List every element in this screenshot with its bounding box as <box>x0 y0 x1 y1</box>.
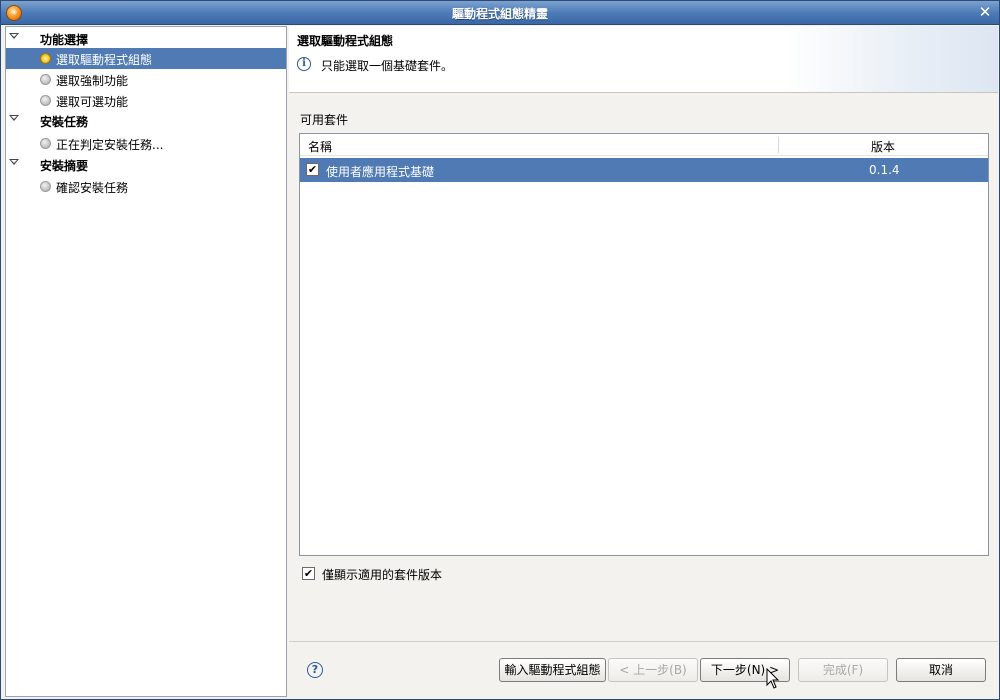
show-applicable-label[interactable]: 僅顯示適用的套件版本 <box>322 566 442 583</box>
step-pending-icon <box>40 95 51 106</box>
package-name: 使用者應用程式基礎 <box>326 165 435 179</box>
expand-arrow-icon[interactable] <box>9 115 19 121</box>
footer-divider <box>289 641 998 642</box>
available-packages-label: 可用套件 <box>300 113 349 127</box>
window-title: 驅動程式組態精靈 <box>451 7 548 21</box>
table-row[interactable]: ✔ 使用者應用程式基礎 0.1.4 <box>300 158 988 182</box>
page-message: 只能選取一個基礎套件。 <box>321 59 454 73</box>
expand-arrow-icon[interactable] <box>9 159 19 165</box>
back-button[interactable]: < 上一步(B) <box>608 658 698 682</box>
tree-item-label: 確認安裝任務 <box>56 181 129 195</box>
page-title: 選取驅動程式組態 <box>297 34 394 48</box>
step-pending-icon <box>40 181 51 192</box>
tree-item-determining-tasks[interactable]: 正在判定安裝任務... <box>6 133 286 154</box>
expand-arrow-icon[interactable] <box>9 33 19 39</box>
package-version: 0.1.4 <box>869 163 900 177</box>
package-checkbox[interactable]: ✔ <box>306 163 319 176</box>
tree-group-label: 功能選擇 <box>40 33 89 47</box>
tree-group-install-tasks[interactable]: 安裝任務 <box>6 111 286 131</box>
column-header-version[interactable]: 版本 <box>871 138 895 155</box>
wizard-window: ✳ 驅動程式組態精靈 ✕ 功能選擇 選取驅動程式組態 選取強制功能 選取可選功能… <box>0 0 1000 700</box>
tree-group-feature-selection[interactable]: 功能選擇 <box>6 29 286 49</box>
info-icon: i <box>297 57 311 71</box>
tree-item-select-driver-config[interactable]: 選取驅動程式組態 <box>6 48 286 69</box>
close-icon[interactable]: ✕ <box>977 5 993 21</box>
tree-group-label: 安裝摘要 <box>40 159 89 173</box>
tree-item-label: 正在判定安裝任務... <box>56 138 164 152</box>
tree-item-label: 選取強制功能 <box>56 74 129 88</box>
column-divider[interactable] <box>778 137 779 153</box>
page-header: 選取驅動程式組態 i 只能選取一個基礎套件。 <box>289 26 998 93</box>
packages-table: 名稱 版本 ✔ 使用者應用程式基礎 0.1.4 <box>299 133 989 556</box>
tree-item-confirm-tasks[interactable]: 確認安裝任務 <box>6 176 286 197</box>
help-icon[interactable]: ? <box>307 662 323 678</box>
import-config-button[interactable]: 輸入驅動程式組態 <box>499 658 606 682</box>
step-active-icon <box>40 53 51 64</box>
tree-item-label: 選取可選功能 <box>56 95 129 109</box>
next-button[interactable]: 下一步(N) > <box>700 658 790 682</box>
tree-item-select-optional-features[interactable]: 選取可選功能 <box>6 90 286 111</box>
tree-item-label: 選取驅動程式組態 <box>56 53 153 67</box>
show-applicable-checkbox[interactable]: ✔ <box>302 567 315 580</box>
column-header-name[interactable]: 名稱 <box>308 138 332 155</box>
step-pending-icon <box>40 138 51 149</box>
wizard-steps-tree: 功能選擇 選取驅動程式組態 選取強制功能 選取可選功能 安裝任務 正在判定安裝任… <box>5 26 287 697</box>
cancel-button[interactable]: 取消 <box>896 658 986 682</box>
finish-button[interactable]: 完成(F) <box>798 658 888 682</box>
tree-item-select-mandatory-features[interactable]: 選取強制功能 <box>6 69 286 90</box>
title-bar: ✳ 驅動程式組態精靈 ✕ <box>1 1 999 25</box>
step-pending-icon <box>40 74 51 85</box>
tree-group-label: 安裝任務 <box>40 115 89 129</box>
table-header: 名稱 版本 <box>300 134 988 156</box>
tree-group-install-summary[interactable]: 安裝摘要 <box>6 155 286 175</box>
